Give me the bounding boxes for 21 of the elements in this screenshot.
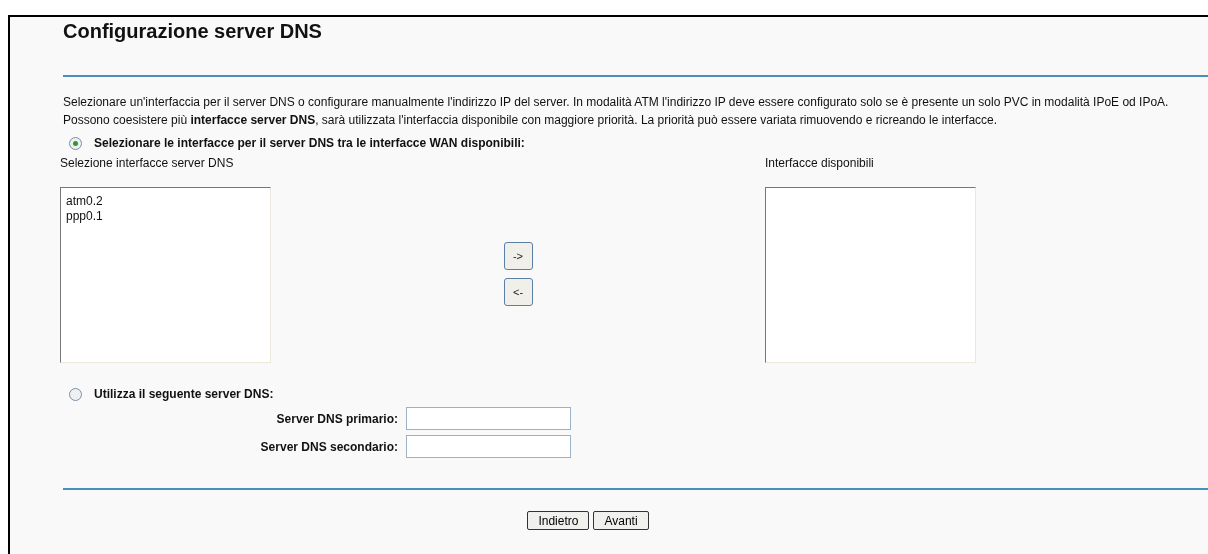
- nav-button[interactable]: Avanti: [593, 511, 649, 530]
- radio-button[interactable]: [69, 136, 82, 150]
- move-button[interactable]: <-: [503, 278, 533, 306]
- radio-button[interactable]: [69, 387, 82, 401]
- move-button[interactable]: ->: [503, 242, 533, 270]
- list-label: Interfacce disponibili: [765, 156, 875, 170]
- description-text: Selezionare un'interfaccia per il server DNS o configurare manualmente l'indirizzo IP del server. In modalità ATM l'indirizzo IP deve essere configurato solo se è presente un solo PVC in modalità IPoE od IPoA.: [63, 95, 1170, 109]
- field-label: Server DNS secondario:: [259, 439, 398, 454]
- field-label: Server DNS primario:: [275, 411, 398, 426]
- list-item[interactable]: atm0.2: [66, 194, 265, 209]
- list-item[interactable]: ppp0.1: [66, 209, 265, 224]
- page-title: Configurazione server DNS: [63, 20, 323, 44]
- interface-listbox[interactable]: atm0.2 ppp0.1: [60, 187, 271, 363]
- option-label: Utilizza il seguente server DNS:: [94, 387, 274, 401]
- list-label: Selezione interfacce server DNS: [60, 156, 235, 170]
- input-field[interactable]: [406, 435, 571, 458]
- interface-listbox[interactable]: [765, 187, 976, 363]
- nav-button[interactable]: Indietro: [527, 511, 590, 530]
- input-field[interactable]: [406, 407, 571, 430]
- option-label: Selezionare le interfacce per il server DNS tra le interfacce WAN disponibili:: [94, 136, 525, 150]
- description-text: Possono coesistere più interfacce server DNS, sarà utilizzata l'interfaccia disponibile con maggiore priorità. La priorità può essere variata rimuovendo e ricreando le interfacce.: [63, 113, 999, 127]
